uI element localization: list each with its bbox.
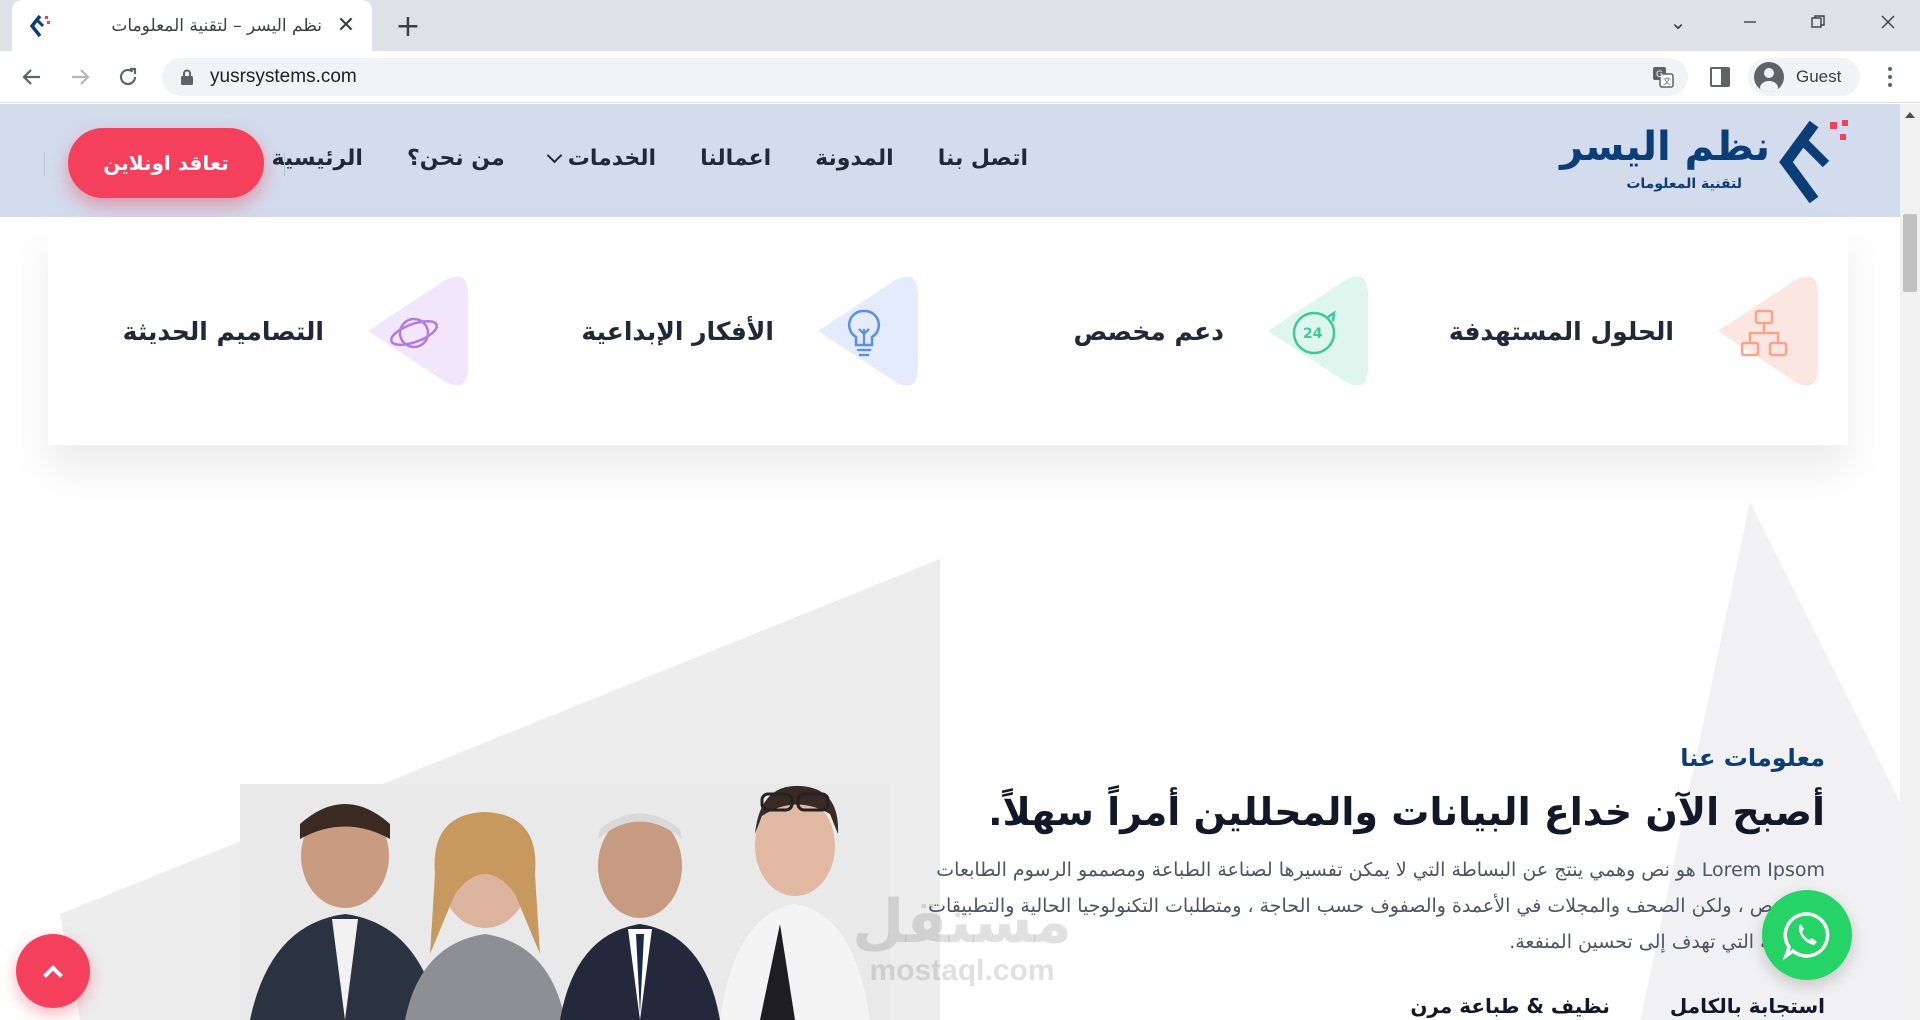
browser-tabstrip: نظم اليسر – لتقنية المعلومات ✕ + ⌄ (0, 0, 1920, 51)
logo-title: نظم اليسر (1560, 124, 1770, 170)
features-strip: الحلول المستهدفة 24 دعم مخصص الأفكار الإ… (48, 217, 1848, 445)
nav-item-services[interactable]: الخدمات (546, 146, 657, 171)
about-feature-clean: نظيف & طباعة مرن (1410, 994, 1610, 1018)
nav-divider (284, 152, 285, 176)
planet-icon (389, 317, 439, 349)
reload-icon[interactable] (112, 61, 144, 93)
minimize-icon[interactable] (1728, 6, 1772, 38)
feature-badge (798, 267, 926, 395)
nav-label: المدونة (815, 146, 894, 171)
nav-label: الخدمات (567, 146, 657, 171)
feature-badge (1698, 267, 1826, 395)
nav-label: اتصل بنا (937, 146, 1028, 171)
translate-icon[interactable]: G 文 (1652, 66, 1674, 88)
restore-icon[interactable] (1796, 6, 1840, 38)
nav-label: اعمالنا (700, 146, 772, 171)
side-panel-icon[interactable] (1710, 67, 1730, 87)
feature-title: التصاميم الحديثة (122, 316, 324, 346)
scroll-to-top-button[interactable] (16, 934, 90, 1008)
address-bar[interactable]: yusrsystems.com G 文 (162, 58, 1688, 96)
nav-item-home[interactable]: الرئيسية (272, 146, 363, 171)
feature-badge (348, 267, 476, 395)
nav-item-portfolio[interactable]: اعمالنا (700, 146, 771, 171)
profile-label: Guest (1796, 67, 1842, 86)
main-nav: الرئيسية من نحن؟ الخدمات اعمالنا المدونة… (272, 146, 1028, 171)
logo-subtitle: لتقنية المعلومات (1626, 176, 1742, 192)
nav-item-about[interactable]: من نحن؟ (407, 146, 505, 171)
tab-title: نظم اليسر – لتقنية المعلومات (111, 15, 322, 36)
whatsapp-button[interactable] (1762, 890, 1852, 980)
close-icon[interactable]: ✕ (334, 13, 358, 38)
page-viewport: نظم اليسر لتقنية المعلومات الرئيسية من ن… (0, 104, 1920, 1020)
avatar-icon (1754, 62, 1784, 92)
site-header: نظم اليسر لتقنية المعلومات الرئيسية من ن… (0, 104, 1900, 217)
nav-item-blog[interactable]: المدونة (815, 146, 894, 171)
close-icon[interactable] (1866, 6, 1910, 38)
nav-item-contact[interactable]: اتصل بنا (938, 146, 1028, 171)
profile-button[interactable]: Guest (1748, 58, 1860, 96)
feature-badge: 24 (1248, 267, 1376, 395)
svg-text:G: G (1656, 70, 1663, 80)
nav-divider (44, 152, 45, 176)
svg-text:文: 文 (1663, 76, 1671, 86)
about-kicker: معلومات عنا (1680, 744, 1825, 772)
feature-item[interactable]: الأفكار الإبداعية (581, 217, 926, 445)
plus-icon[interactable]: + (392, 9, 424, 44)
team-photo (240, 784, 890, 1020)
feature-title: الأفكار الإبداعية (581, 316, 774, 346)
feature-title: دعم مخصص (1073, 316, 1224, 346)
site-logo[interactable]: نظم اليسر لتقنية المعلومات (1560, 116, 1852, 208)
nav-label: الرئيسية (271, 146, 363, 171)
lightbulb-icon (847, 309, 881, 357)
contract-online-button[interactable]: تعاقد اونلاين (68, 128, 264, 198)
menu-dots-icon[interactable] (1878, 65, 1902, 89)
feature-title: الحلول المستهدفة (1448, 316, 1674, 346)
url-text: yusrsystems.com (210, 66, 357, 87)
svg-text:24: 24 (1303, 326, 1323, 342)
chevron-up-icon (43, 965, 63, 985)
about-feature-responsive: استجابة بالكامل (1669, 994, 1825, 1018)
site-favicon (29, 14, 50, 37)
watermark-arabic: مستقل (852, 887, 1072, 957)
support-24-icon: 24 (1292, 310, 1336, 355)
watermark: مستقل mostaql.com (842, 890, 1082, 988)
browser-tab[interactable]: نظم اليسر – لتقنية المعلومات ✕ (12, 0, 372, 51)
chevron-down-icon[interactable]: ⌄ (1656, 6, 1700, 38)
scrollbar-thumb[interactable] (1903, 214, 1917, 292)
watermark-latin: mostaql.com (869, 954, 1055, 987)
whatsapp-icon (1782, 912, 1830, 961)
sitemap-icon (1740, 309, 1788, 357)
feature-item[interactable]: التصاميم الحديثة (123, 217, 476, 445)
feature-item[interactable]: 24 دعم مخصص (1074, 217, 1376, 445)
browser-toolbar: yusrsystems.com G 文 Guest (0, 51, 1920, 103)
chevron-down-icon (546, 147, 562, 164)
lock-icon (181, 69, 193, 85)
back-arrow-icon[interactable] (16, 61, 48, 93)
about-heading: أصبح الآن خداع البيانات والمحللين أمراً … (988, 790, 1825, 834)
page-scrollbar[interactable] (1900, 104, 1920, 1020)
nav-label: من نحن؟ (406, 146, 505, 171)
logo-mark-icon (1779, 120, 1848, 204)
forward-arrow-icon[interactable] (64, 61, 96, 93)
about-features-row: استجابة بالكامل نظيف & طباعة مرن (925, 994, 1825, 1020)
scroll-up-arrow-icon[interactable] (1905, 112, 1915, 118)
feature-item[interactable]: الحلول المستهدفة (1449, 217, 1826, 445)
